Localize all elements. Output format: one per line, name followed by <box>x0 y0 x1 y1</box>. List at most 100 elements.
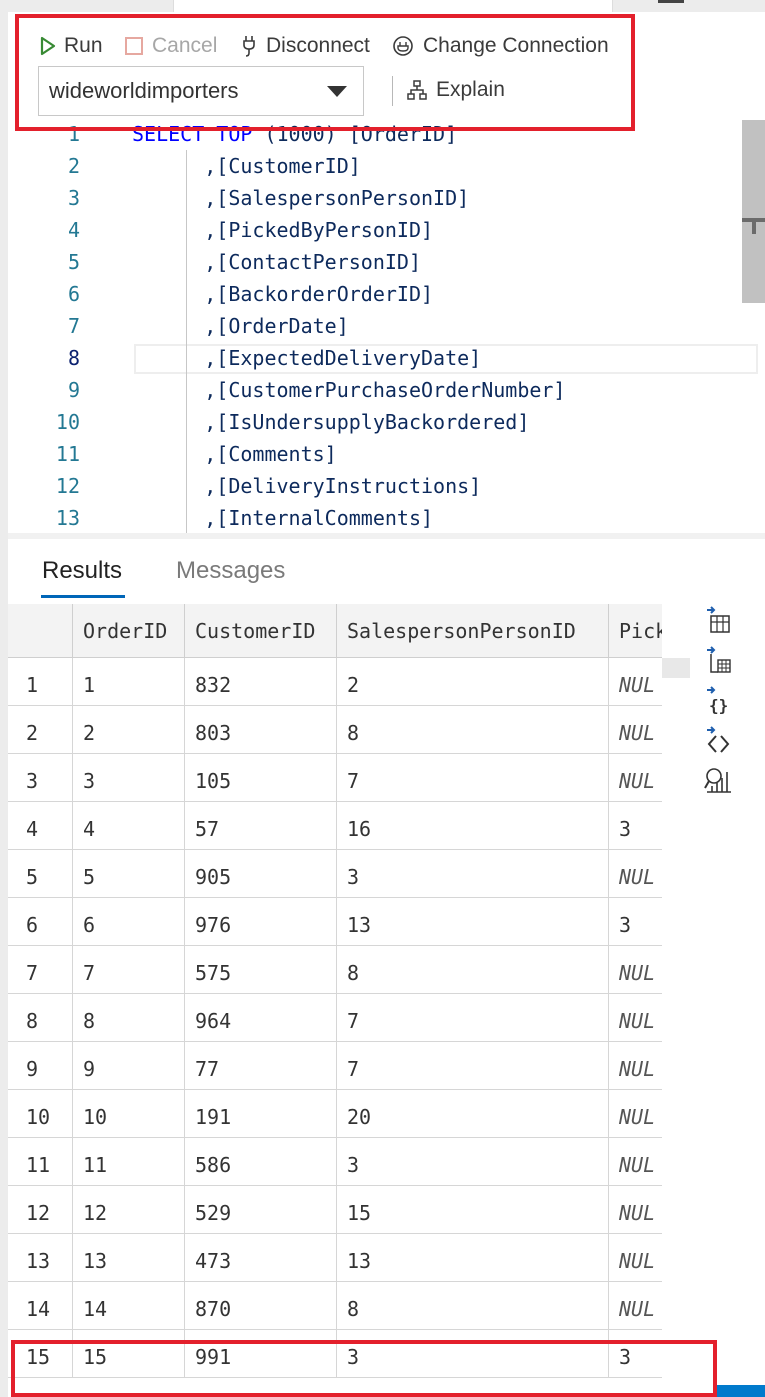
table-row[interactable]: 7 7 575 8 NUL <box>8 946 662 994</box>
cell-pickedbypersonid[interactable]: NUL <box>608 1234 662 1281</box>
row-number[interactable]: 7 <box>8 946 72 993</box>
cell-pickedbypersonid[interactable]: NUL <box>608 658 662 705</box>
cell-salespersonpersonid[interactable]: 7 <box>336 1042 608 1089</box>
cell-customerid[interactable]: 191 <box>184 1090 336 1137</box>
results-grid[interactable]: OrderID CustomerID SalespersonPersonID P… <box>8 604 662 1397</box>
cell-customerid[interactable]: 77 <box>184 1042 336 1089</box>
explain-button[interactable]: Explain <box>406 78 505 102</box>
cell-orderid[interactable]: 2 <box>72 706 184 753</box>
table-row[interactable]: 9 9 77 7 NUL <box>8 1042 662 1090</box>
editor-scrollbar[interactable] <box>742 120 765 303</box>
cell-customerid[interactable]: 57 <box>184 802 336 849</box>
cell-salespersonpersonid[interactable]: 3 <box>336 1138 608 1185</box>
cell-pickedbypersonid[interactable]: NUL <box>608 1090 662 1137</box>
column-header-pickedbypersonid[interactable]: Picked <box>608 604 662 658</box>
row-number[interactable]: 13 <box>8 1234 72 1281</box>
change-connection-button[interactable]: Change Connection <box>391 34 609 58</box>
cell-pickedbypersonid[interactable]: NUL <box>608 946 662 993</box>
cell-salespersonpersonid[interactable]: 8 <box>336 946 608 993</box>
table-row[interactable]: 14 14 870 8 NUL <box>8 1282 662 1330</box>
table-row[interactable]: 4 4 57 16 3 <box>8 802 662 850</box>
table-row[interactable]: 15 15 991 3 3 <box>8 1330 662 1378</box>
row-number[interactable]: 15 <box>8 1330 72 1377</box>
row-number[interactable]: 5 <box>8 850 72 897</box>
table-row[interactable]: 13 13 473 13 NUL <box>8 1234 662 1282</box>
tab-messages[interactable]: Messages <box>176 557 285 585</box>
cell-orderid[interactable]: 5 <box>72 850 184 897</box>
save-as-excel-button[interactable] <box>700 644 736 680</box>
cell-salespersonpersonid[interactable]: 16 <box>336 802 608 849</box>
cell-customerid[interactable]: 832 <box>184 658 336 705</box>
row-number[interactable]: 14 <box>8 1282 72 1329</box>
cancel-button[interactable]: Cancel <box>124 34 217 58</box>
cell-salespersonpersonid[interactable]: 13 <box>336 898 608 945</box>
save-as-csv-button[interactable] <box>700 604 736 640</box>
cell-pickedbypersonid[interactable]: 3 <box>608 898 662 945</box>
cell-salespersonpersonid[interactable]: 7 <box>336 994 608 1041</box>
cell-pickedbypersonid[interactable]: NUL <box>608 1186 662 1233</box>
cell-pickedbypersonid[interactable]: NUL <box>608 1042 662 1089</box>
table-row[interactable]: 1 1 832 2 NUL <box>8 658 662 706</box>
save-as-json-button[interactable]: {} <box>700 684 736 720</box>
cell-pickedbypersonid[interactable]: 3 <box>608 802 662 849</box>
row-number[interactable]: 9 <box>8 1042 72 1089</box>
cell-customerid[interactable]: 529 <box>184 1186 336 1233</box>
cell-orderid[interactable]: 9 <box>72 1042 184 1089</box>
table-row[interactable]: 11 11 586 3 NUL <box>8 1138 662 1186</box>
cell-salespersonpersonid[interactable]: 7 <box>336 754 608 801</box>
cell-customerid[interactable]: 105 <box>184 754 336 801</box>
row-number[interactable]: 1 <box>8 658 72 705</box>
row-number[interactable]: 3 <box>8 754 72 801</box>
cell-orderid[interactable]: 11 <box>72 1138 184 1185</box>
cell-customerid[interactable]: 473 <box>184 1234 336 1281</box>
cell-customerid[interactable]: 964 <box>184 994 336 1041</box>
cell-orderid[interactable]: 10 <box>72 1090 184 1137</box>
row-number[interactable]: 11 <box>8 1138 72 1185</box>
cell-orderid[interactable]: 13 <box>72 1234 184 1281</box>
table-row[interactable]: 5 5 905 3 NUL <box>8 850 662 898</box>
cell-customerid[interactable]: 803 <box>184 706 336 753</box>
cell-customerid[interactable]: 586 <box>184 1138 336 1185</box>
cell-salespersonpersonid[interactable]: 20 <box>336 1090 608 1137</box>
table-row[interactable]: 6 6 976 13 3 <box>8 898 662 946</box>
cell-salespersonpersonid[interactable]: 3 <box>336 1330 608 1377</box>
cell-orderid[interactable]: 3 <box>72 754 184 801</box>
column-header-salespersonpersonid[interactable]: SalespersonPersonID <box>336 604 608 658</box>
cell-orderid[interactable]: 1 <box>72 658 184 705</box>
table-row[interactable]: 8 8 964 7 NUL <box>8 994 662 1042</box>
cell-orderid[interactable]: 15 <box>72 1330 184 1377</box>
editor-tab[interactable] <box>173 0 613 12</box>
cell-salespersonpersonid[interactable]: 8 <box>336 1282 608 1329</box>
cell-orderid[interactable]: 4 <box>72 802 184 849</box>
run-button[interactable]: Run <box>40 34 103 58</box>
cell-pickedbypersonid[interactable]: NUL <box>608 1138 662 1185</box>
sql-editor[interactable]: 1 SELECT TOP (1000) [OrderID] 2 ,[Custome… <box>8 120 765 533</box>
table-row[interactable]: 12 12 529 15 NUL <box>8 1186 662 1234</box>
row-number[interactable]: 12 <box>8 1186 72 1233</box>
cell-pickedbypersonid[interactable]: 3 <box>608 1330 662 1377</box>
database-dropdown[interactable]: wideworldimporters <box>38 66 364 116</box>
cell-customerid[interactable]: 905 <box>184 850 336 897</box>
row-number[interactable]: 4 <box>8 802 72 849</box>
table-row[interactable]: 3 3 105 7 NUL <box>8 754 662 802</box>
column-header-customerid[interactable]: CustomerID <box>184 604 336 658</box>
table-row[interactable]: 2 2 803 8 NUL <box>8 706 662 754</box>
table-row[interactable]: 10 10 191 20 NUL <box>8 1090 662 1138</box>
disconnect-button[interactable]: Disconnect <box>240 34 370 58</box>
cell-customerid[interactable]: 976 <box>184 898 336 945</box>
cell-orderid[interactable]: 8 <box>72 994 184 1041</box>
tab-results[interactable]: Results <box>42 557 122 585</box>
cell-salespersonpersonid[interactable]: 2 <box>336 658 608 705</box>
cell-salespersonpersonid[interactable]: 8 <box>336 706 608 753</box>
cell-orderid[interactable]: 12 <box>72 1186 184 1233</box>
cell-customerid[interactable]: 991 <box>184 1330 336 1377</box>
cell-customerid[interactable]: 870 <box>184 1282 336 1329</box>
cell-pickedbypersonid[interactable]: NUL <box>608 850 662 897</box>
cell-salespersonpersonid[interactable]: 13 <box>336 1234 608 1281</box>
cell-pickedbypersonid[interactable]: NUL <box>608 754 662 801</box>
cell-customerid[interactable]: 575 <box>184 946 336 993</box>
cell-orderid[interactable]: 6 <box>72 898 184 945</box>
cell-orderid[interactable]: 14 <box>72 1282 184 1329</box>
row-number[interactable]: 10 <box>8 1090 72 1137</box>
save-as-xml-button[interactable] <box>700 724 736 760</box>
